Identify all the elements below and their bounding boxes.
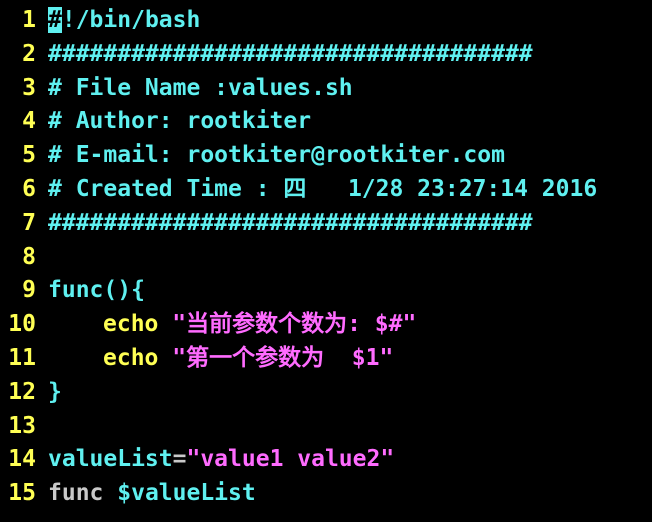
echo-command: echo	[103, 344, 159, 371]
string-literal: "第一个参数为 $1"	[172, 344, 394, 371]
assign-operator: =	[172, 446, 187, 473]
line-number: 8	[22, 243, 36, 270]
function-call: func	[48, 480, 118, 507]
code-line-4[interactable]: 4 # Author: rootkiter	[0, 105, 652, 139]
line-number: 3	[22, 74, 36, 101]
line-number: 9	[22, 277, 36, 304]
comment-text: ###################################	[48, 209, 533, 236]
line-number: 15	[8, 480, 36, 507]
line-number: 2	[22, 40, 36, 67]
shebang-text: !/bin/bash	[61, 7, 201, 33]
comment-text: # E-mail: rootkiter@rootkiter.com	[48, 142, 505, 169]
variable-name: valueList	[48, 446, 173, 473]
comment-text: ###################################	[48, 40, 533, 67]
line-number: 5	[22, 142, 36, 169]
code-content: func $valueList	[36, 477, 652, 511]
comment-text: # File Name :values.sh	[48, 74, 353, 101]
line-number: 13	[8, 412, 36, 439]
code-line-15[interactable]: 15 func $valueList	[0, 477, 652, 511]
line-number: 6	[22, 175, 36, 202]
line-number: 7	[22, 209, 36, 236]
code-line-12[interactable]: 12 }	[0, 376, 652, 410]
empty-line	[36, 410, 652, 444]
empty-line	[36, 241, 652, 275]
code-content: valueList="value1 value2"	[36, 443, 652, 477]
code-line-8[interactable]: 8	[0, 241, 652, 275]
line-number: 11	[8, 344, 36, 371]
code-line-5[interactable]: 5 # E-mail: rootkiter@rootkiter.com	[0, 139, 652, 173]
variable-reference: $valueList	[117, 480, 256, 507]
function-definition: func(){	[48, 277, 145, 304]
code-line-9[interactable]: 9 func(){	[0, 274, 652, 308]
code-line-2[interactable]: 2 ###################################	[0, 38, 652, 72]
line-number: 14	[8, 446, 36, 473]
code-editor[interactable]: 1 #!/bin/bash 2 ########################…	[0, 0, 652, 522]
shebang-line[interactable]: #!/bin/bash	[36, 4, 652, 38]
code-line-11[interactable]: 11 echo "第一个参数为 $1"	[0, 342, 652, 376]
comment-text: # Author: rootkiter	[48, 108, 312, 135]
code-content: echo "当前参数个数为: $#"	[36, 308, 652, 342]
text-cursor: #	[48, 7, 62, 33]
code-line-3[interactable]: 3 # File Name :values.sh	[0, 72, 652, 106]
code-line-1[interactable]: 1 #!/bin/bash	[0, 4, 652, 38]
line-number: 10	[8, 311, 36, 338]
code-content: echo "第一个参数为 $1"	[36, 342, 652, 376]
closing-brace: }	[48, 378, 62, 405]
string-literal: "当前参数个数为: $#"	[172, 311, 417, 338]
comment-text: # Created Time : 四 1/28 23:27:14 2016	[48, 175, 598, 202]
code-line-10[interactable]: 10 echo "当前参数个数为: $#"	[0, 308, 652, 342]
code-line-6[interactable]: 6 # Created Time : 四 1/28 23:27:14 2016	[0, 173, 652, 207]
code-line-7[interactable]: 7 ###################################	[0, 207, 652, 241]
line-number: 12	[8, 378, 36, 405]
string-literal: "value1 value2"	[186, 446, 395, 473]
code-line-14[interactable]: 14 valueList="value1 value2"	[0, 443, 652, 477]
line-number: 4	[22, 108, 36, 135]
echo-command: echo	[103, 311, 159, 338]
line-number: 1	[22, 7, 36, 33]
code-line-13[interactable]: 13	[0, 410, 652, 444]
